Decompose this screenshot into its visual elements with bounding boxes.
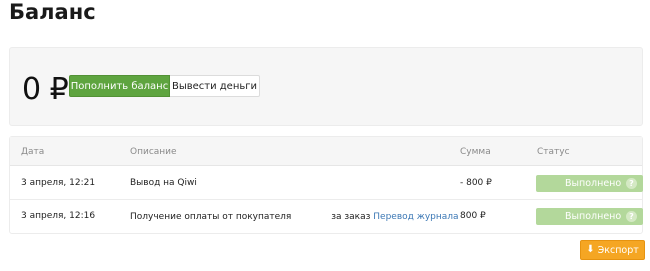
row-description: Получение оплаты от покупателя за заказ … xyxy=(130,211,459,222)
table-row: 3 апреля, 12:16 Получение оплаты от поку… xyxy=(10,200,643,233)
balance-amount: 0 ₽ xyxy=(22,72,69,107)
status-label: Выполнено xyxy=(565,178,622,189)
export-button[interactable]: ⬇ Экспорт xyxy=(580,240,645,260)
table-row: 3 апреля, 12:21 Вывод на Qiwi - 800 ₽ Вы… xyxy=(10,167,643,200)
status-badge: Выполнено ? xyxy=(536,175,643,192)
withdraw-money-button[interactable]: Вывести деньги xyxy=(170,75,260,97)
help-icon[interactable]: ? xyxy=(626,211,637,222)
page-title: Баланс xyxy=(9,0,96,24)
status-label: Выполнено xyxy=(565,211,622,222)
row-description: Вывод на Qiwi xyxy=(130,178,197,188)
transactions-table: Дата Описание Сумма Статус 3 апреля, 12:… xyxy=(9,136,643,234)
row-sum: - 800 ₽ xyxy=(460,178,492,188)
order-link[interactable]: Перевод журнала xyxy=(373,212,458,222)
row-sum: 800 ₽ xyxy=(460,211,486,221)
table-header: Дата Описание Сумма Статус xyxy=(10,137,642,166)
help-icon[interactable]: ? xyxy=(626,178,637,189)
row-date: 3 апреля, 12:16 xyxy=(21,211,96,221)
row-date: 3 апреля, 12:21 xyxy=(21,178,96,188)
header-status: Статус xyxy=(537,147,570,157)
download-icon: ⬇ xyxy=(586,244,595,255)
status-badge: Выполнено ? xyxy=(536,208,643,225)
header-date: Дата xyxy=(21,147,45,157)
header-sum: Сумма xyxy=(460,147,491,157)
redacted-buyer-name xyxy=(291,211,329,222)
description-prefix: Получение оплаты от покупателя xyxy=(130,212,292,222)
balance-card: 0 ₽ Пополнить баланс Вывести деньги xyxy=(9,47,643,126)
topup-balance-button[interactable]: Пополнить баланс xyxy=(69,75,170,97)
description-middle: за заказ xyxy=(331,212,371,222)
export-label: Экспорт xyxy=(597,244,639,256)
header-description: Описание xyxy=(130,147,177,157)
